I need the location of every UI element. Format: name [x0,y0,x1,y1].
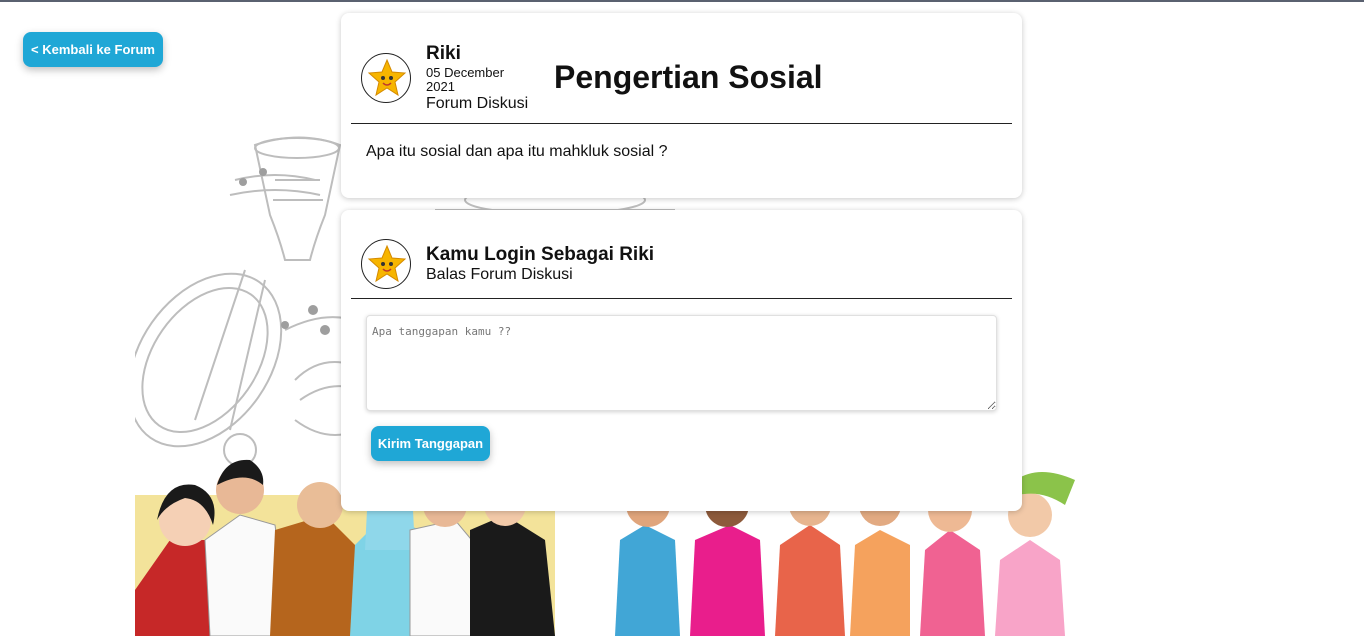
reply-textarea[interactable] [366,315,997,411]
forum-label: Forum Diskusi [426,95,529,112]
star-mascot-icon [361,53,411,103]
divider [351,123,1012,124]
post-question: Apa itu sosial dan apa itu mahkluk sosia… [366,143,668,160]
post-author: Riki [426,43,461,64]
post-date: 05 December 2021 [426,65,505,94]
divider [351,298,1012,299]
reply-card: Kamu Login Sebagai Riki Balas Forum Disk… [341,210,1022,511]
post-card: Riki 05 December 2021 Forum Diskusi Peng… [341,13,1022,198]
back-to-forum-button[interactable]: < Kembali ke Forum [23,32,163,67]
send-reply-button[interactable]: Kirim Tanggapan [371,426,490,461]
reply-label: Balas Forum Diskusi [426,266,573,283]
top-border [0,0,1364,2]
post-title: Pengertian Sosial [554,59,823,95]
star-mascot-icon [361,239,411,289]
login-status: Kamu Login Sebagai Riki [426,244,655,265]
